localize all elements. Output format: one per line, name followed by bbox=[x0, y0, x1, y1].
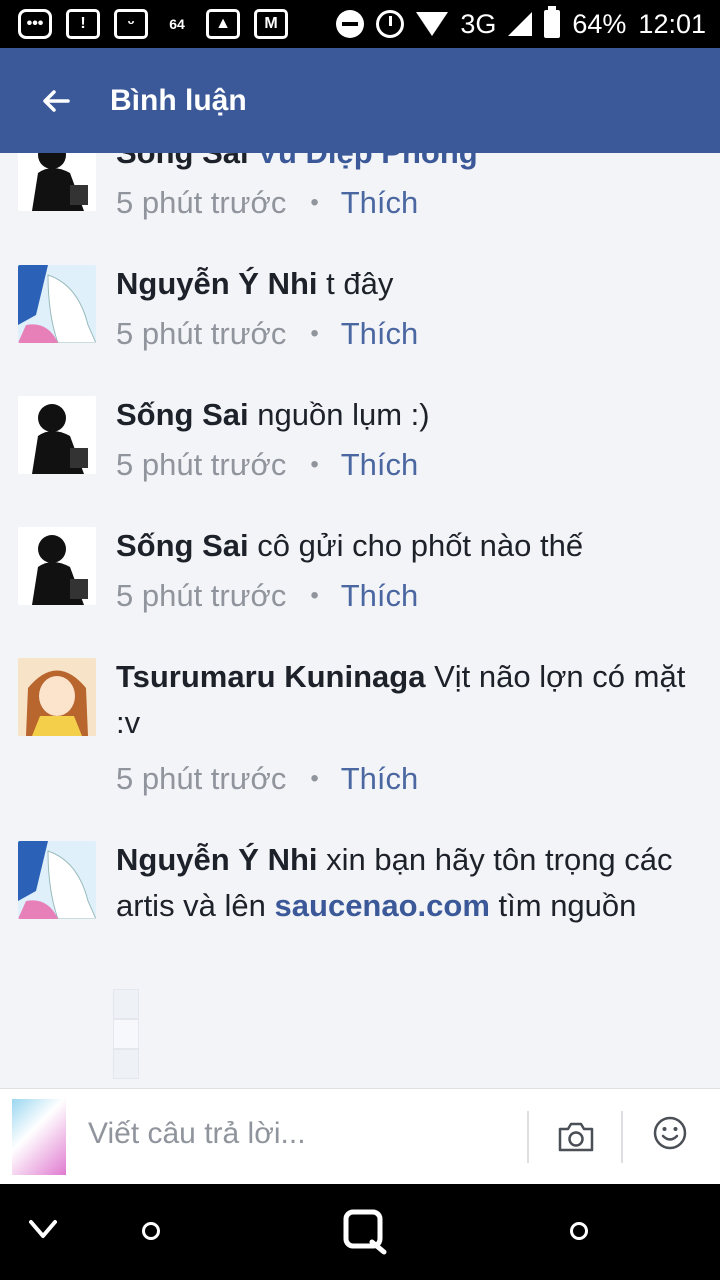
comment-time[interactable]: 5 phút trước bbox=[116, 316, 286, 352]
signal-icon bbox=[508, 12, 533, 36]
wifi-icon bbox=[416, 12, 449, 36]
comment-content: nguồn lụm :) bbox=[257, 397, 430, 432]
avatar[interactable] bbox=[18, 265, 96, 343]
like-button[interactable]: Thích bbox=[341, 447, 419, 483]
reply-composer: Viết câu trả lời... bbox=[0, 1088, 720, 1184]
arrow-left-icon bbox=[43, 89, 70, 112]
app-bar: Bình luận bbox=[0, 48, 720, 153]
meta-separator: • bbox=[310, 320, 319, 347]
loading-placeholder bbox=[113, 989, 139, 1019]
avatar[interactable] bbox=[18, 841, 96, 919]
chevron-down-icon bbox=[29, 1220, 57, 1238]
comment-time[interactable]: 5 phút trước bbox=[116, 578, 286, 614]
comment-author[interactable]: Nguyễn Ý Nhi bbox=[116, 266, 318, 301]
status-bar: ••• ! ᵕ 64 ▲ M 3G 64% 12:01 bbox=[0, 0, 720, 48]
comment-author[interactable]: Nguyễn Ý Nhi bbox=[116, 842, 318, 877]
battery-percent: 64% bbox=[572, 8, 627, 39]
comment-meta: 5 phút trước • Thích bbox=[116, 756, 418, 802]
camera-button[interactable] bbox=[556, 1117, 596, 1157]
avatar[interactable] bbox=[18, 658, 96, 736]
silhouette-avatar-image bbox=[18, 153, 96, 211]
nav-back-button[interactable] bbox=[28, 1218, 58, 1245]
emoji-button[interactable] bbox=[652, 1115, 688, 1151]
meta-separator: • bbox=[310, 765, 319, 792]
back-button[interactable] bbox=[36, 81, 76, 121]
comment-time[interactable]: 5 phút trước bbox=[116, 185, 286, 221]
network-type: 3G bbox=[460, 8, 497, 39]
anime-girl-avatar-image bbox=[18, 658, 96, 736]
like-button[interactable]: Thích bbox=[341, 185, 419, 221]
nav-home-button[interactable] bbox=[342, 1208, 390, 1261]
comment-meta: 5 phút trước • Thích bbox=[116, 180, 418, 226]
anime-avatar-image bbox=[18, 841, 96, 919]
comment-text: Nguyễn Ý Nhi xin bạn hãy tôn trọng các a… bbox=[116, 837, 696, 929]
comment-time[interactable]: 5 phút trước bbox=[116, 761, 286, 797]
avatar bbox=[12, 1099, 66, 1175]
comment-content-tail: tìm nguồn bbox=[498, 888, 637, 923]
divider bbox=[621, 1111, 623, 1163]
comment-list[interactable]: Sống Sai Vũ Diệp Phong 5 phút trước • Th… bbox=[0, 153, 720, 1088]
nav-recents-button[interactable] bbox=[570, 1222, 588, 1240]
comment-author[interactable]: Sống Sai bbox=[116, 153, 249, 170]
nav-circle-button[interactable] bbox=[142, 1222, 160, 1240]
chat-notification-icon: ••• bbox=[18, 9, 52, 39]
reply-input[interactable]: Viết câu trả lời... bbox=[88, 1117, 306, 1151]
alert-notification-icon: ! bbox=[66, 9, 100, 39]
comment-content: cô gửi cho phốt nào thế bbox=[257, 528, 584, 563]
like-button[interactable]: Thích bbox=[341, 578, 419, 614]
comment-time[interactable]: 5 phút trước bbox=[116, 447, 286, 483]
comment-link[interactable]: saucenao.com bbox=[275, 888, 490, 923]
comment-author[interactable]: Tsurumaru Kuninaga bbox=[116, 659, 425, 694]
camera-icon bbox=[558, 1122, 594, 1152]
do-not-disturb-icon bbox=[336, 10, 365, 38]
loading-placeholder bbox=[113, 1049, 139, 1079]
home-square-icon bbox=[343, 1209, 387, 1255]
image-notification-icon: ▲ bbox=[206, 9, 240, 39]
page-title: Bình luận bbox=[110, 83, 247, 117]
smiley-notification-icon: ᵕ bbox=[114, 9, 148, 39]
meta-separator: • bbox=[310, 451, 319, 478]
comment-content: t đây bbox=[326, 266, 394, 301]
clock-time: 12:01 bbox=[638, 8, 706, 39]
silhouette-avatar-image bbox=[18, 527, 96, 605]
divider bbox=[527, 1111, 529, 1163]
loading-placeholder bbox=[113, 1019, 139, 1049]
system-navigation-bar bbox=[0, 1184, 720, 1280]
battery-icon bbox=[544, 6, 561, 38]
avatar[interactable] bbox=[18, 527, 96, 605]
avatar[interactable] bbox=[18, 396, 96, 474]
smiley-icon bbox=[653, 1116, 687, 1150]
meta-separator: • bbox=[310, 189, 319, 216]
like-button[interactable]: Thích bbox=[341, 761, 419, 797]
comment-meta: 5 phút trước • Thích bbox=[116, 573, 418, 619]
comment-author[interactable]: Sống Sai bbox=[116, 397, 249, 432]
meta-separator: • bbox=[310, 582, 319, 609]
silhouette-avatar-image bbox=[18, 396, 96, 474]
avatar[interactable] bbox=[18, 153, 96, 211]
notification-badge-count: 64 bbox=[169, 16, 185, 32]
comment-text: Sống Sai cô gửi cho phốt nào thế bbox=[116, 523, 696, 569]
like-button[interactable]: Thích bbox=[341, 316, 419, 352]
comment-author[interactable]: Sống Sai bbox=[116, 528, 249, 563]
comment-text: Nguyễn Ý Nhi t đây bbox=[116, 261, 696, 307]
gmail-notification-icon: M bbox=[254, 9, 288, 39]
comment-mention[interactable]: Vũ Diệp Phong bbox=[257, 153, 477, 170]
alarm-icon bbox=[376, 10, 405, 38]
comment-text: Sống Sai nguồn lụm :) bbox=[116, 392, 696, 438]
comment-meta: 5 phút trước • Thích bbox=[116, 311, 418, 357]
badge-notification-icon: 64 bbox=[162, 9, 192, 39]
comment-text: Sống Sai Vũ Diệp Phong bbox=[116, 153, 696, 176]
comment-text: Tsurumaru Kuninaga Vịt não lợn có mặt :v bbox=[116, 654, 696, 746]
comment-meta: 5 phút trước • Thích bbox=[116, 442, 418, 488]
anime-avatar-image bbox=[18, 265, 96, 343]
